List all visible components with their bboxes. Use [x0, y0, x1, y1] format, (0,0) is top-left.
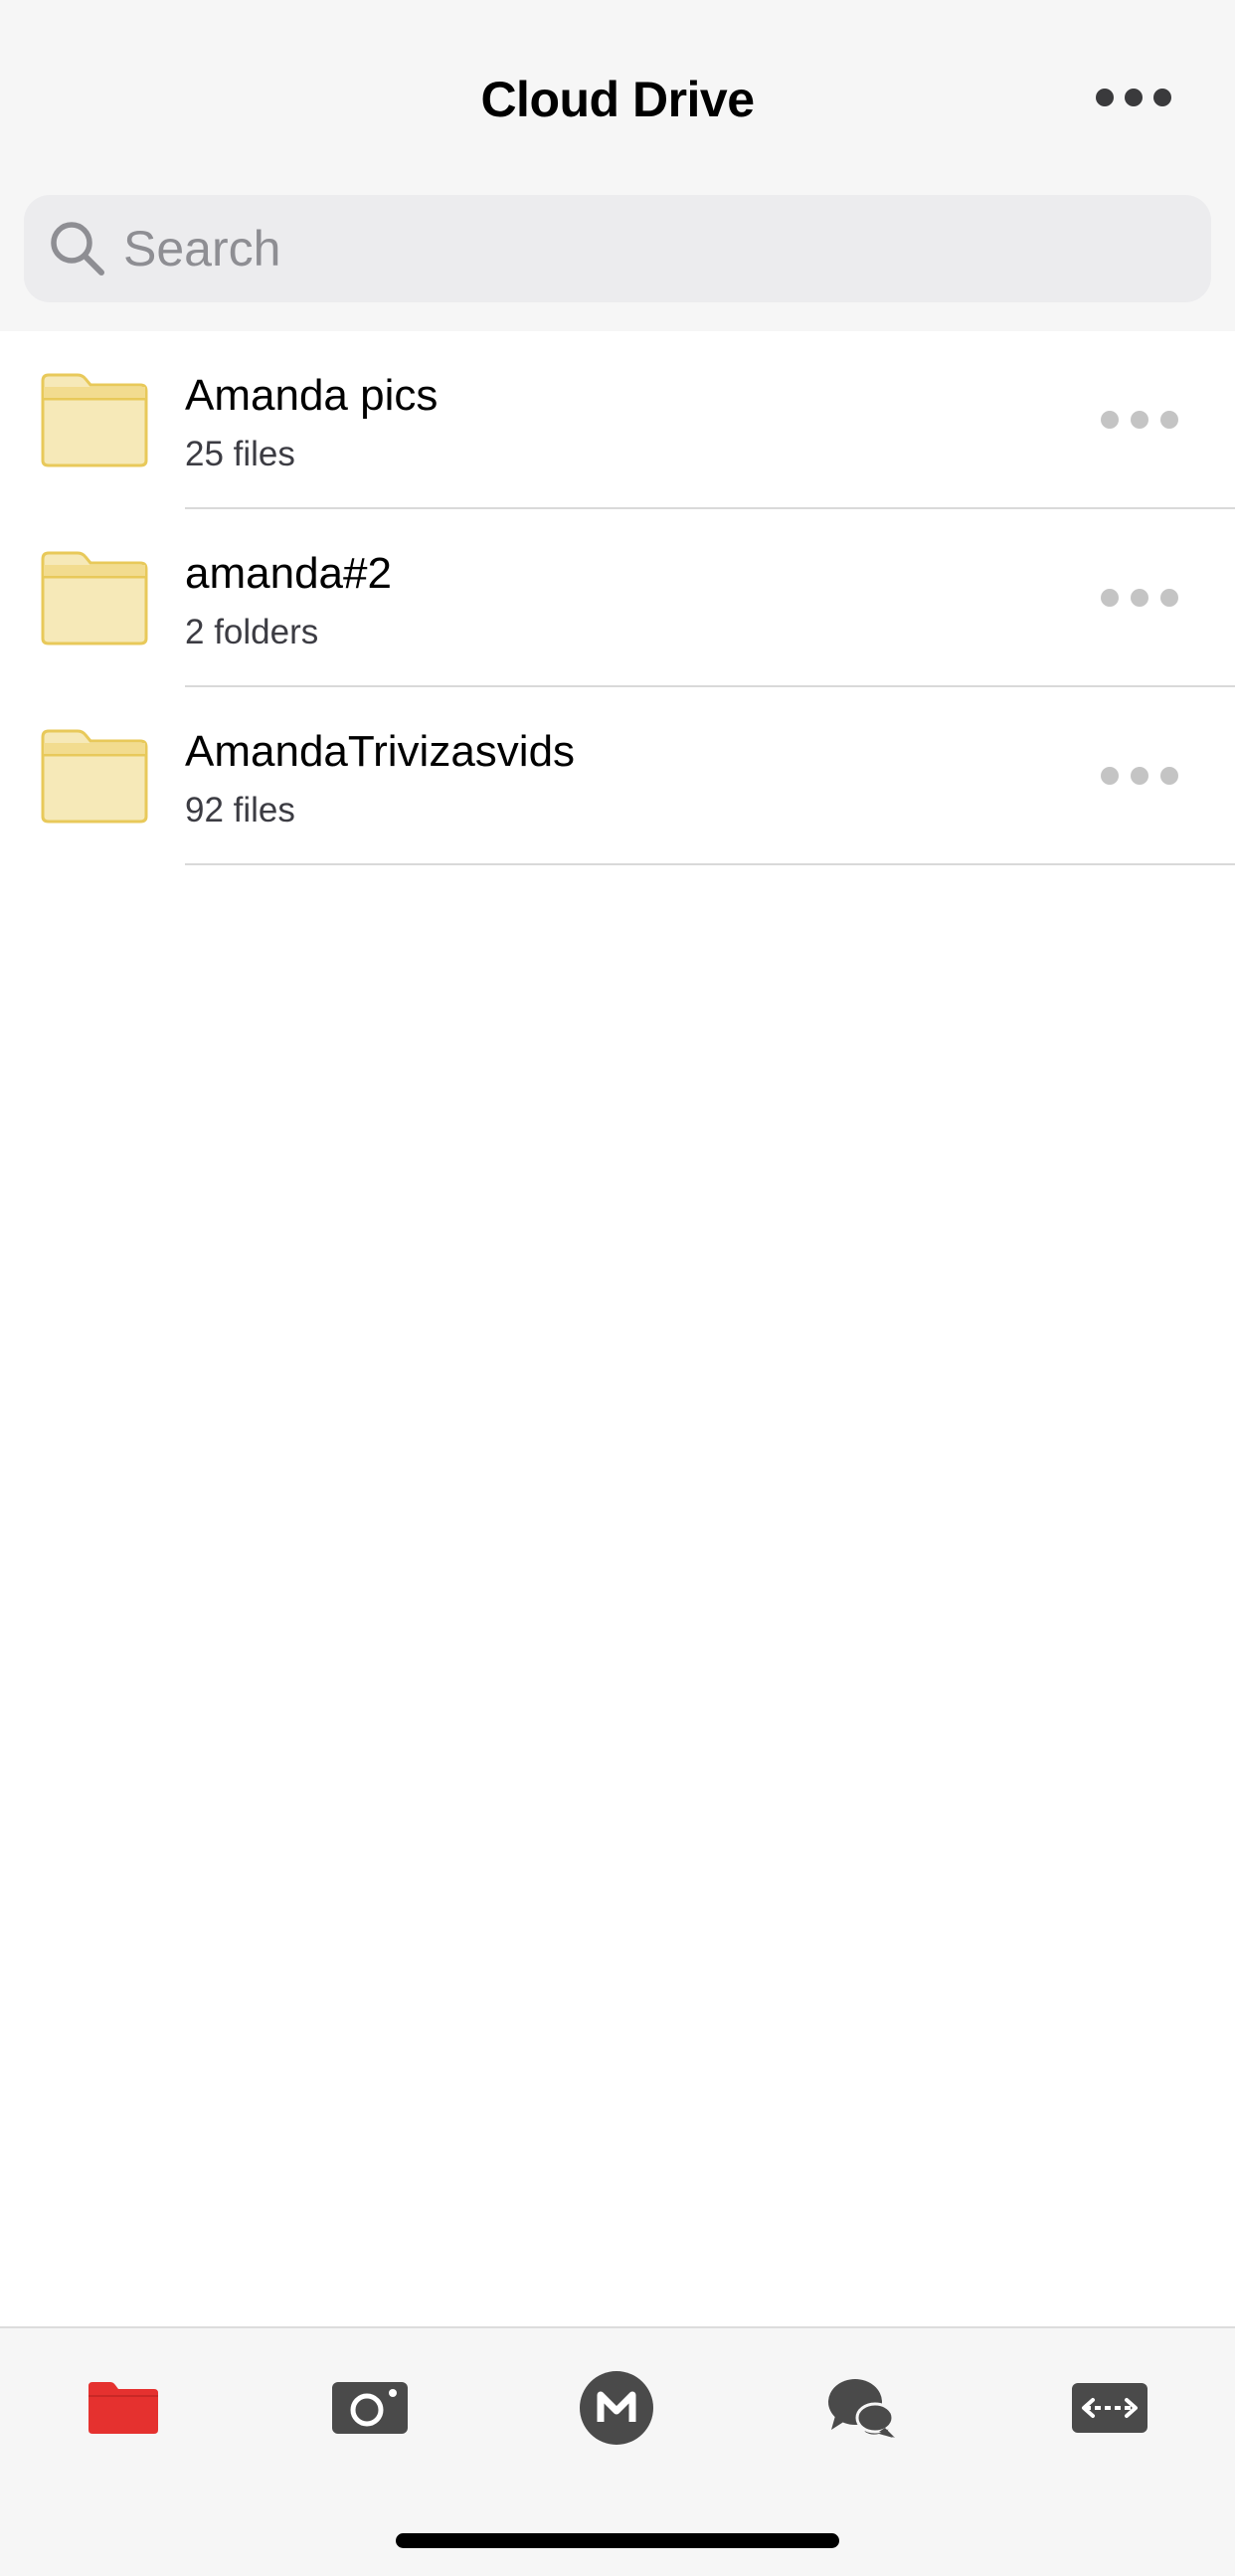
transfer-arrows-icon	[1072, 2383, 1147, 2433]
file-meta: 25 files	[185, 435, 295, 473]
folder-icon	[41, 729, 148, 824]
folder-icon	[41, 551, 148, 645]
file-name: AmandaTrivizasvids	[185, 727, 576, 776]
file-name: amanda#2	[185, 549, 392, 598]
search-input[interactable]	[113, 195, 1207, 302]
top-area: Cloud Drive	[0, 0, 1235, 331]
folder-filled-icon	[88, 2382, 158, 2434]
tab-transfers[interactable]	[986, 2328, 1233, 2487]
row-divider	[185, 863, 1235, 865]
tab-cloud-drive[interactable]	[0, 2328, 247, 2487]
ellipsis-horizontal-icon	[1101, 767, 1178, 785]
home-indicator	[396, 2533, 839, 2548]
row-more-button[interactable]	[1090, 565, 1189, 631]
file-name: Amanda pics	[185, 371, 439, 420]
folder-icon	[41, 373, 148, 467]
tab-chat[interactable]	[740, 2328, 986, 2487]
ellipsis-horizontal-icon	[1096, 89, 1171, 106]
search-bar[interactable]	[24, 195, 1211, 302]
file-meta: 92 files	[185, 791, 295, 829]
ellipsis-horizontal-icon	[1101, 411, 1178, 429]
chat-bubbles-icon	[828, 2379, 895, 2438]
page-title: Cloud Drive	[480, 72, 755, 127]
list-item[interactable]: Amanda pics 25 files	[0, 331, 1235, 509]
ellipsis-horizontal-icon	[1101, 589, 1178, 607]
camera-icon	[332, 2382, 408, 2434]
row-more-button[interactable]	[1090, 743, 1189, 809]
mega-logo-icon	[580, 2371, 653, 2445]
search-icon	[51, 222, 104, 276]
file-list: Amanda pics 25 files amanda#2 2 folders	[0, 331, 1235, 865]
tab-camera-uploads[interactable]	[247, 2328, 493, 2487]
row-more-button[interactable]	[1090, 387, 1189, 453]
file-meta: 2 folders	[185, 613, 319, 651]
header-more-button[interactable]	[1076, 68, 1191, 127]
tab-home[interactable]	[493, 2328, 740, 2487]
list-item[interactable]: amanda#2 2 folders	[0, 509, 1235, 687]
list-item[interactable]: AmandaTrivizasvids 92 files	[0, 687, 1235, 865]
